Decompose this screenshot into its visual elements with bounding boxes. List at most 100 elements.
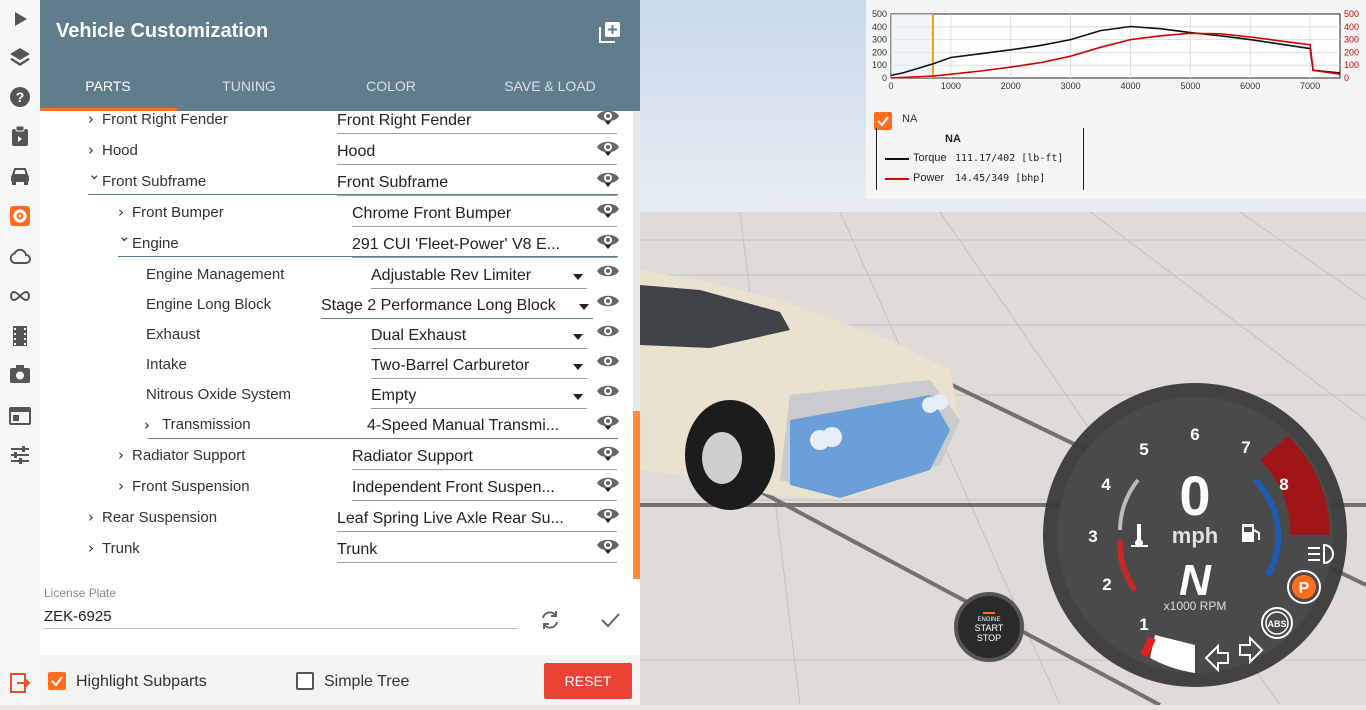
tab-color[interactable]: COLOR	[343, 78, 439, 98]
tab-parts[interactable]: PARTS	[60, 78, 156, 98]
eye-icon[interactable]	[596, 352, 620, 370]
check-icon[interactable]	[598, 608, 622, 632]
part-select-value: Leaf Spring Live Axle Rear Su...	[337, 510, 564, 527]
part-select-value: Chrome Front Bumper	[352, 205, 512, 222]
part-select[interactable]: 4-Speed Manual Transmi...	[367, 414, 617, 439]
eye-icon[interactable]	[596, 474, 620, 492]
license-plate-input[interactable]	[44, 604, 518, 629]
layers-icon[interactable]	[0, 38, 40, 76]
eye-icon[interactable]	[596, 262, 620, 280]
eye-icon[interactable]	[596, 443, 620, 461]
chevron-right-icon[interactable]: ›	[88, 141, 102, 159]
film-icon[interactable]	[0, 317, 40, 355]
reset-button[interactable]: RESET	[544, 663, 632, 699]
engine-button-line2: START	[974, 622, 1004, 633]
part-slot-label[interactable]: Engine	[132, 235, 179, 252]
part-select[interactable]: Adjustable Rev Limiter	[371, 264, 587, 289]
part-select[interactable]: Independent Front Suspen...	[352, 476, 617, 501]
part-slot-label[interactable]: Radiator Support	[132, 447, 245, 464]
infinity-icon[interactable]	[0, 277, 40, 315]
chevron-down-icon[interactable]: ⌄	[88, 165, 102, 183]
y-tick-left: 300	[872, 35, 887, 45]
part-select[interactable]: Empty	[371, 384, 587, 409]
play-icon[interactable]	[0, 0, 40, 38]
eye-icon[interactable]	[596, 231, 620, 249]
part-select-value: Radiator Support	[352, 448, 473, 465]
part-slot-label: Exhaust	[146, 326, 201, 343]
torque-power-graph: 0 1000 2000 3000 4000 5000 6000 7000 0 100 200 300 4…	[866, 0, 1366, 199]
part-select[interactable]: 291 CUI 'Fleet-Power' V8 E...	[352, 233, 617, 258]
eye-icon[interactable]	[596, 536, 620, 554]
dashboard-gauge: 12345678 0 mph N x1000 RPM P ABS	[1040, 380, 1366, 705]
chevron-right-icon[interactable]: ›	[118, 203, 132, 221]
eye-icon[interactable]	[596, 412, 620, 430]
rpm-unit: x1000 RPM	[1164, 599, 1227, 613]
part-slot-label[interactable]: Trunk	[102, 540, 140, 557]
clipboard-icon[interactable]	[0, 117, 40, 155]
rpm-number: 7	[1241, 438, 1250, 457]
sliders-icon[interactable]	[0, 436, 40, 474]
eye-icon[interactable]	[596, 138, 620, 156]
chevron-right-icon[interactable]: ›	[88, 539, 102, 557]
part-select[interactable]: Two-Barrel Carburetor	[371, 354, 587, 379]
eye-icon[interactable]	[596, 200, 620, 218]
cloud-icon[interactable]	[0, 237, 40, 275]
part-slot-label: Intake	[146, 356, 187, 373]
eye-icon[interactable]	[596, 292, 620, 310]
part-select[interactable]: Hood	[337, 140, 617, 165]
exit-icon[interactable]	[0, 664, 40, 702]
x-tick-label: 2000	[1001, 81, 1021, 91]
highlight-subparts-checkbox[interactable]	[48, 672, 66, 690]
eye-icon[interactable]	[596, 505, 620, 523]
dropdown-caret-icon	[573, 394, 583, 400]
y-tick-right: 0	[1344, 73, 1349, 83]
part-select[interactable]: Stage 2 Performance Long Block	[321, 294, 593, 319]
refresh-icon[interactable]	[538, 608, 562, 632]
part-select[interactable]: Leaf Spring Live Axle Rear Su...	[337, 507, 617, 532]
part-select-value: Stage 2 Performance Long Block	[321, 297, 556, 314]
eye-icon[interactable]	[596, 111, 620, 125]
eye-icon[interactable]	[596, 322, 620, 340]
part-select[interactable]: Radiator Support	[352, 445, 617, 470]
eye-icon[interactable]	[596, 382, 620, 400]
chevron-down-icon[interactable]: ⌄	[118, 227, 132, 245]
svg-text:?: ?	[16, 89, 25, 105]
chevron-right-icon[interactable]: ›	[88, 111, 102, 128]
part-select[interactable]: Trunk	[337, 538, 617, 563]
help-icon[interactable]: ?	[0, 78, 40, 116]
graph-plot: 0 1000 2000 3000 4000 5000 6000 700001002003004…	[872, 9, 1359, 91]
x-tick-label: 3000	[1061, 81, 1081, 91]
part-select[interactable]: Dual Exhaust	[371, 324, 587, 349]
chevron-right-icon[interactable]: ›	[144, 416, 158, 434]
simple-tree-checkbox[interactable]	[296, 672, 314, 690]
chevron-right-icon[interactable]: ›	[88, 508, 102, 526]
part-select[interactable]: Front Subframe	[337, 171, 617, 196]
scrollbar-thumb[interactable]	[633, 411, 640, 579]
part-slot-label[interactable]: Hood	[102, 142, 138, 159]
tab-save-load[interactable]: SAVE & LOAD	[490, 78, 610, 98]
part-slot-label[interactable]: Front Bumper	[132, 204, 224, 221]
camera-icon[interactable]	[0, 355, 40, 393]
popout-icon[interactable]	[598, 20, 622, 44]
part-select[interactable]: Front Right Fender	[337, 111, 617, 134]
gear-icon[interactable]	[0, 197, 40, 235]
car-icon[interactable]	[0, 157, 40, 195]
part-slot-label[interactable]: Front Right Fender	[102, 111, 228, 128]
part-slot-label[interactable]: Transmission	[162, 416, 251, 433]
highlight-subparts-label: Highlight Subparts	[76, 673, 207, 690]
rpm-number: 1	[1139, 615, 1148, 634]
part-slot-label[interactable]: Front Subframe	[102, 173, 206, 190]
window-icon[interactable]	[0, 397, 40, 435]
tree-row-front-subframe: ⌄ Front Subframe Front Subframe	[40, 165, 633, 201]
part-select-value: Independent Front Suspen...	[352, 479, 555, 496]
eye-icon[interactable]	[596, 169, 620, 187]
engine-button-line3: STOP	[976, 632, 1002, 643]
engine-start-stop-button[interactable]: ENGINE START STOP	[954, 592, 1024, 662]
part-slot-label[interactable]: Rear Suspension	[102, 509, 217, 526]
chevron-right-icon[interactable]: ›	[118, 477, 132, 495]
chevron-right-icon[interactable]: ›	[118, 446, 132, 464]
parts-tree: › Front Right Fender Front Right Fender › Ho…	[40, 111, 640, 579]
tab-tuning[interactable]: TUNING	[201, 78, 297, 98]
part-slot-label[interactable]: Front Suspension	[132, 478, 250, 495]
part-select[interactable]: Chrome Front Bumper	[352, 202, 617, 227]
